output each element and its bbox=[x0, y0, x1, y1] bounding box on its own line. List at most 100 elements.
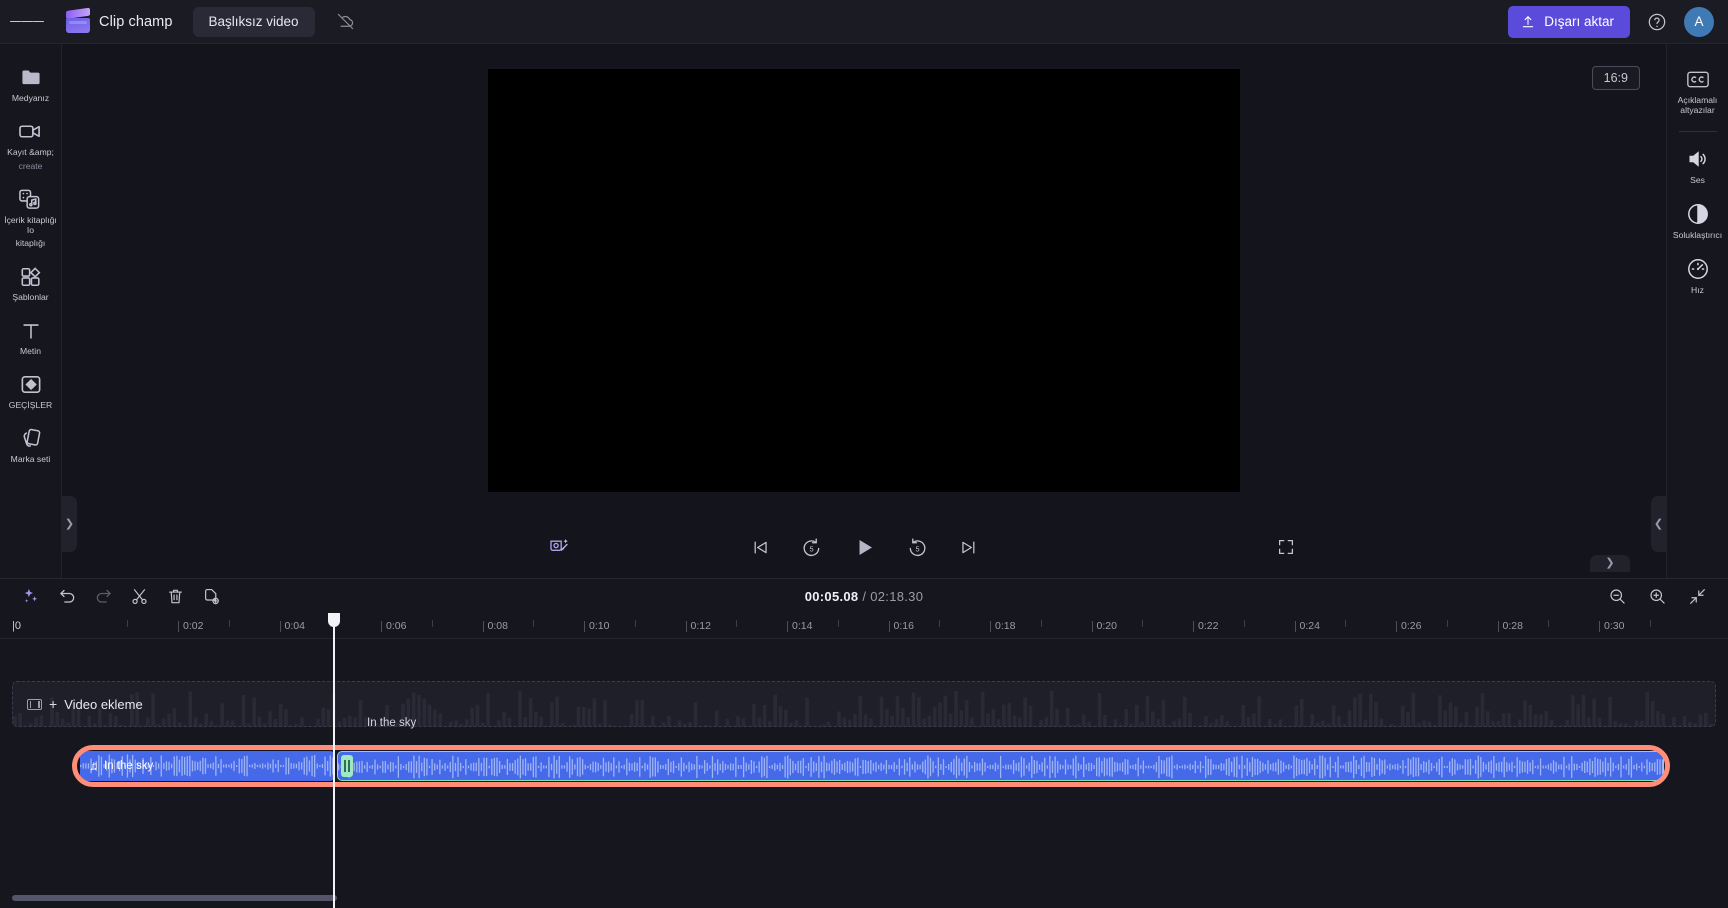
sidebar-item-ses[interactable]: Ses bbox=[1667, 138, 1728, 193]
waveform bbox=[338, 755, 1663, 779]
hamburger-icon[interactable] bbox=[10, 5, 44, 39]
content-library-icon bbox=[18, 187, 43, 212]
svg-text:5: 5 bbox=[809, 544, 813, 553]
ruler-tick-minor bbox=[1548, 620, 1550, 627]
ruler-tick-minor bbox=[431, 620, 433, 627]
clip-trim-handle-left[interactable] bbox=[341, 755, 353, 777]
sidebar-item-sablonlar[interactable]: Şablonlar bbox=[0, 257, 62, 309]
ruler-tick: 0:30 bbox=[1599, 620, 1624, 632]
sidebar-item-kayit-create[interactable]: Kayıt &amp; create bbox=[0, 112, 62, 178]
ruler-tick-minor bbox=[634, 620, 636, 627]
skip-start-icon[interactable] bbox=[746, 533, 774, 561]
rewind-5-icon[interactable]: 5 bbox=[797, 533, 825, 561]
fit-to-screen-icon[interactable] bbox=[1684, 583, 1710, 609]
transport-controls: 5 5 bbox=[62, 531, 1666, 563]
ruler-tick: 0:22 bbox=[1193, 620, 1218, 632]
timeline-scrollbar-track[interactable] bbox=[12, 895, 1716, 901]
ruler-tick-minor bbox=[330, 620, 332, 627]
ruler-tick-minor bbox=[1649, 620, 1651, 627]
scissors-icon[interactable] bbox=[126, 583, 152, 609]
timecode-display: 00:05.08 / 02:18.30 bbox=[0, 589, 1728, 604]
sidebar-label: İçerik kitaplığı Io bbox=[4, 214, 57, 235]
magic-background-icon[interactable] bbox=[542, 532, 576, 562]
music-note-icon: ♫ bbox=[89, 759, 98, 773]
ruler-tick-minor bbox=[939, 620, 941, 627]
ruler-tick-minor bbox=[1142, 620, 1144, 627]
zoom-in-icon[interactable] bbox=[1644, 583, 1670, 609]
timeline-tracks: + Video ekleme In the sky ♫ In the sky bbox=[0, 613, 1728, 908]
sidebar-label: Marka seti bbox=[10, 453, 51, 464]
sidebar-label: Hız bbox=[1691, 284, 1704, 295]
current-time: 00:05.08 bbox=[804, 588, 859, 604]
sidebar-item-hiz[interactable]: Hız bbox=[1667, 248, 1728, 303]
ruler-tick: 0:04 bbox=[279, 620, 305, 632]
chevron-down-icon: ❯ bbox=[1605, 557, 1615, 569]
sidebar-label: GEÇİŞLER bbox=[8, 400, 53, 410]
timeline-toolbar: 00:05.08 / 02:18.30 bbox=[0, 579, 1728, 613]
redo-arrow-icon[interactable] bbox=[90, 583, 116, 609]
audio-clip-right[interactable] bbox=[337, 751, 1664, 781]
collapse-left-panel-button[interactable]: ❯ bbox=[62, 496, 77, 552]
ghost-clip-label: In the sky bbox=[367, 717, 417, 729]
forward-5-icon[interactable]: 5 bbox=[903, 533, 931, 561]
sidebar-label: Metin bbox=[19, 346, 41, 357]
video-track-placeholder[interactable]: + Video ekleme bbox=[12, 681, 1716, 727]
ruler-tick-minor bbox=[1345, 620, 1347, 627]
trash-icon[interactable] bbox=[162, 583, 188, 609]
video-preview-stage[interactable] bbox=[488, 68, 1240, 492]
duplicate-icon[interactable] bbox=[198, 583, 224, 609]
help-circle-icon[interactable] bbox=[1644, 9, 1670, 35]
ruler-tick: 0:02 bbox=[178, 620, 203, 632]
folder-icon bbox=[18, 65, 43, 90]
sidebar-item-icerik-kitapligi[interactable]: İçerik kitaplığı Io kitaplığı bbox=[0, 180, 62, 256]
text-icon bbox=[18, 318, 43, 343]
brand-kit-icon bbox=[18, 426, 43, 451]
ruler-tick: 0:08 bbox=[482, 620, 508, 632]
ruler-tick-minor bbox=[837, 620, 839, 627]
fullscreen-icon[interactable] bbox=[1272, 533, 1300, 561]
add-video-label: Video ekleme bbox=[64, 696, 143, 712]
topbar-right-group: Dışarı aktar A bbox=[1508, 5, 1714, 38]
sidebar-item-medyaniz[interactable]: Medyanız bbox=[0, 58, 62, 110]
sidebar-item-captions[interactable]: Açıklamalı altyazılar bbox=[1667, 58, 1728, 123]
play-button[interactable] bbox=[848, 531, 880, 563]
aspect-ratio-badge[interactable]: 16:9 bbox=[1591, 66, 1640, 90]
left-sidebar: Medyanız Kayıt &amp; create İçerik kitap… bbox=[0, 44, 62, 578]
clip-title: In the sky bbox=[104, 760, 154, 772]
film-strip-icon bbox=[27, 698, 42, 710]
cloud-off-icon[interactable] bbox=[331, 7, 361, 37]
clip-label-group: ♫ In the sky bbox=[80, 759, 153, 773]
brand: Clip champ bbox=[66, 7, 173, 33]
sidebar-label: Medyanız bbox=[11, 93, 50, 103]
add-video-group: + Video ekleme bbox=[13, 696, 143, 712]
ruler-tick: 0:16 bbox=[888, 620, 914, 632]
chevron-left-icon: ❮ bbox=[1653, 517, 1664, 530]
fade-icon bbox=[1685, 202, 1710, 227]
ruler-tick: 0:28 bbox=[1497, 620, 1523, 632]
timeline-panel: 00:05.08 / 02:18.30 |0 0:02 0:04 0:06 0:… bbox=[0, 578, 1728, 908]
editor-body: Medyanız Kayıt &amp; create İçerik kitap… bbox=[0, 44, 1728, 578]
sparkle-icon[interactable] bbox=[18, 583, 44, 609]
ruler-tick-minor bbox=[127, 620, 129, 627]
chevron-right-icon: ❯ bbox=[64, 517, 75, 530]
audio-clip-left[interactable]: ♫ In the sky bbox=[80, 751, 335, 781]
timeline-scrollbar-thumb[interactable] bbox=[12, 895, 337, 901]
skip-end-icon[interactable] bbox=[954, 533, 982, 561]
zoom-out-icon[interactable] bbox=[1604, 583, 1630, 609]
sidebar-item-soluklastirici[interactable]: Soluklaştırıcı bbox=[1667, 193, 1728, 248]
sidebar-item-gecisler[interactable]: GEÇİŞLER bbox=[0, 365, 62, 417]
brand-name: Clip champ bbox=[99, 13, 173, 30]
ruler-tick: 0:20 bbox=[1091, 620, 1117, 632]
collapse-right-panel-button[interactable]: ❮ bbox=[1651, 496, 1666, 552]
avatar[interactable]: A bbox=[1684, 6, 1714, 37]
sidebar-label: Açıklamalı altyazılar bbox=[1677, 95, 1718, 115]
undo-arrow-icon[interactable] bbox=[54, 583, 80, 609]
time-separator: / bbox=[862, 588, 867, 604]
timeline-ruler[interactable]: |0 0:02 0:04 0:06 0:08 0:10 0:12 0:14 0:16 0:18 0… bbox=[0, 613, 1728, 639]
export-button[interactable]: Dışarı aktar bbox=[1508, 5, 1630, 38]
transitions-icon bbox=[18, 372, 43, 397]
sidebar-item-marka-seti[interactable]: Marka seti bbox=[0, 419, 62, 471]
project-title-input[interactable]: Başlıksız video bbox=[192, 6, 315, 37]
collapse-preview-button[interactable]: ❯ bbox=[1590, 555, 1630, 572]
sidebar-item-metin[interactable]: Metin bbox=[0, 311, 62, 363]
